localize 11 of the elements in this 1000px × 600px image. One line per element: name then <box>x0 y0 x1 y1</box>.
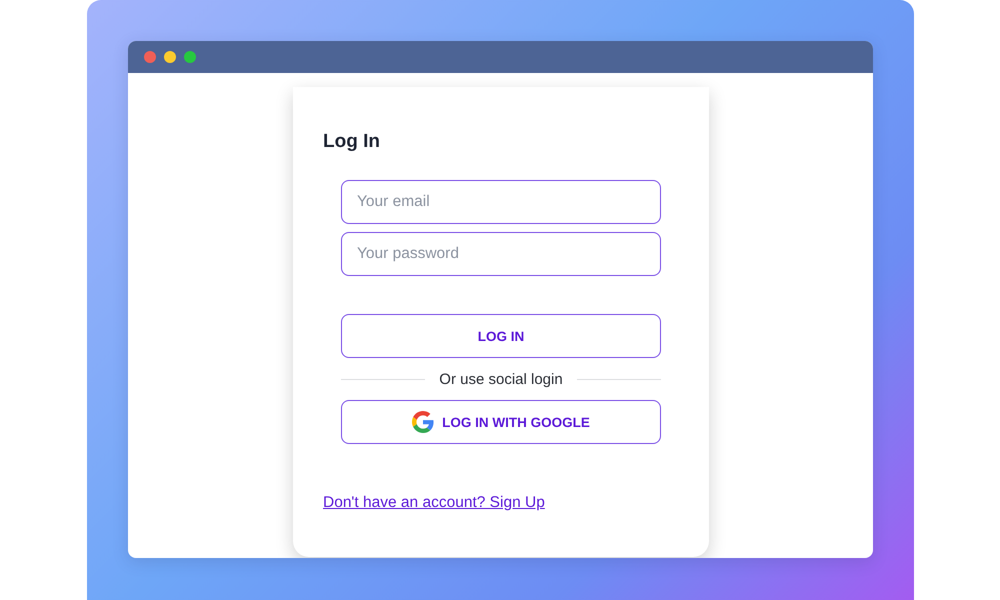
login-button[interactable]: LOG IN <box>341 314 661 358</box>
login-title: Log In <box>323 131 381 153</box>
email-field[interactable]: Your email <box>341 180 661 224</box>
password-field[interactable]: Your password <box>341 232 661 276</box>
google-g-icon <box>412 411 434 433</box>
window-control-dot[interactable] <box>144 51 156 63</box>
google-login-button[interactable]: LOG IN WITH GOOGLE <box>341 400 661 444</box>
window-control-dot[interactable] <box>184 51 196 63</box>
signup-link[interactable]: Don't have an account? Sign Up <box>323 494 545 512</box>
divider-label: Or use social login <box>439 371 563 388</box>
window-control-dot[interactable] <box>164 51 176 63</box>
